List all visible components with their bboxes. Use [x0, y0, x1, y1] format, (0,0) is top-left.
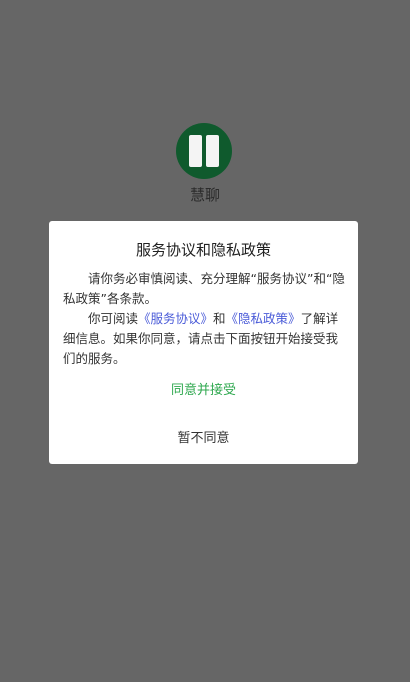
dialog-title: 服务协议和隐私政策 [135, 241, 271, 259]
dialog-paragraph-2: 你可阅读《服务协议》和《隐私政策》了解详细信息。如果你同意，请点击下面按钮开始接… [63, 309, 347, 369]
privacy-dialog: 服务协议和隐私政策 请你务必审慎阅读、充分理解“服务协议”和“隐私政策”各条款。… [49, 221, 358, 464]
dialog-body: 请你务必审慎阅读、充分理解“服务协议”和“隐私政策”各条款。 你可阅读《服务协议… [63, 269, 347, 369]
app-logo-icon [176, 123, 232, 179]
accept-button[interactable]: 同意并接受 [49, 379, 358, 398]
service-agreement-link[interactable]: 《服务协议》 [138, 311, 213, 326]
paragraph-2-and: 和 [213, 311, 226, 326]
logo-left-bar [189, 135, 202, 167]
app-name: 慧聊 [189, 186, 220, 204]
privacy-policy-link[interactable]: 《隐私政策》 [226, 311, 301, 326]
dialog-paragraph-1: 请你务必审慎阅读、充分理解“服务协议”和“隐私政策”各条款。 [63, 271, 345, 306]
decline-button[interactable]: 暂不同意 [49, 427, 358, 446]
logo-right-bar [206, 135, 219, 167]
paragraph-2-prefix: 你可阅读 [88, 311, 139, 326]
